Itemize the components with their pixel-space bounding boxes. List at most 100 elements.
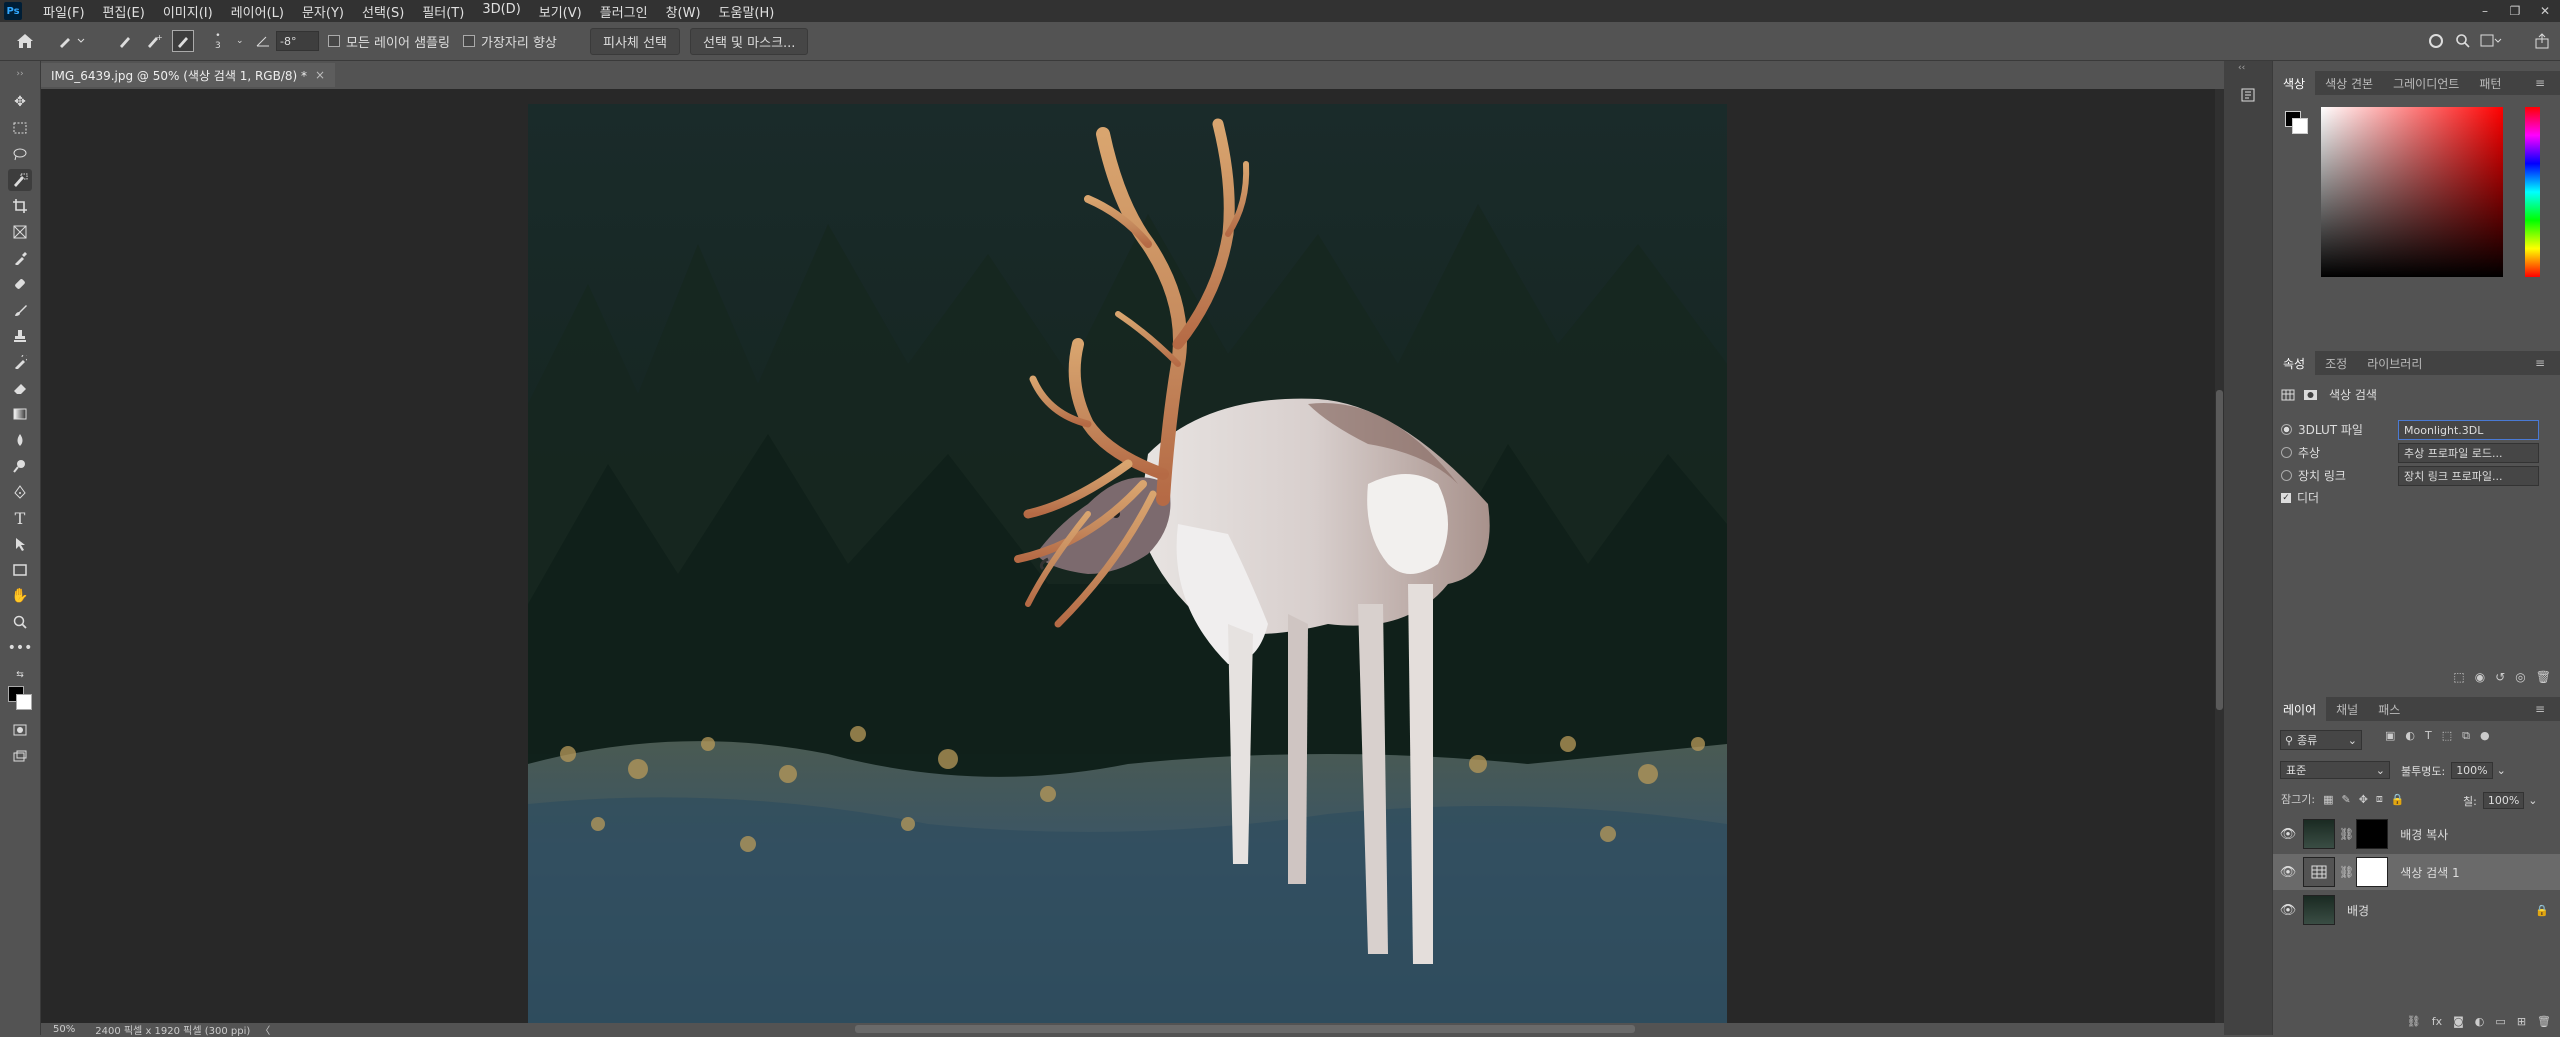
path-selection-tool-icon[interactable] (8, 533, 32, 555)
filter-type-icon[interactable]: T (2425, 729, 2432, 743)
lut-file-select[interactable]: Moonlight.3DL (2398, 420, 2539, 440)
more-tools-icon[interactable]: ••• (8, 637, 33, 659)
menu-layer[interactable]: 레이어(L) (222, 2, 293, 21)
menu-3d[interactable]: 3D(D) (473, 2, 529, 21)
object-selection-tool-icon[interactable] (8, 169, 32, 191)
panel-menu-icon[interactable]: ≡ (2525, 71, 2555, 95)
menu-image[interactable]: 이미지(I) (154, 2, 222, 21)
chevron-down-icon[interactable]: ⌄ (2497, 764, 2506, 777)
brush-tool-icon[interactable] (8, 299, 32, 321)
eye-icon[interactable]: 👁 (2273, 865, 2303, 880)
minimize-button[interactable]: – (2470, 0, 2500, 22)
photoshop-logo-icon[interactable]: Ps (4, 2, 22, 20)
layer-name[interactable]: 배경 복사 (2400, 826, 2448, 843)
new-layer-icon[interactable]: ⊞ (2517, 1015, 2526, 1028)
layer-name[interactable]: 색상 검색 1 (2400, 864, 2459, 881)
new-group-icon[interactable]: ▭ (2495, 1015, 2505, 1028)
blur-tool-icon[interactable] (8, 429, 32, 451)
document-tab[interactable]: IMG_6439.jpg @ 50% (색상 검색 1, RGB/8) * × (41, 63, 336, 87)
lasso-tool-icon[interactable] (8, 143, 32, 165)
tab-adjustments[interactable]: 조정 (2315, 351, 2357, 375)
gradient-tool-icon[interactable] (8, 403, 32, 425)
tab-gradients[interactable]: 그레이디언트 (2383, 71, 2469, 95)
eye-icon[interactable]: 👁 (2273, 903, 2303, 918)
tab-color[interactable]: 색상 (2273, 71, 2316, 95)
filter-pixel-icon[interactable]: ▣ (2385, 729, 2395, 743)
panel-menu-icon[interactable]: ≡ (2525, 697, 2555, 721)
add-mask-icon[interactable]: ◙ (2453, 1015, 2464, 1028)
status-menu-arrow-icon[interactable]: 〈 (260, 1022, 270, 1037)
brush-size-picker[interactable]: • 3 (215, 22, 221, 60)
eyedropper-tool-icon[interactable] (8, 247, 32, 269)
tab-layers[interactable]: 레이어 (2273, 697, 2327, 721)
tab-paths[interactable]: 패스 (2368, 697, 2410, 721)
dither-checkbox[interactable]: ✓ (2281, 492, 2291, 503)
home-icon[interactable] (16, 22, 34, 60)
fill-input[interactable]: 100% (2482, 792, 2525, 809)
eye-icon[interactable]: 👁 (2273, 827, 2303, 842)
lock-image-icon[interactable]: ✎ (2341, 793, 2350, 806)
select-subject-button[interactable]: 피사체 선택 (590, 27, 680, 55)
chain-link-icon[interactable]: ⛓ (2339, 865, 2354, 879)
enhance-edge-checkbox[interactable]: 가장자리 향상 (463, 22, 557, 60)
device-link-radio[interactable] (2281, 470, 2292, 481)
workspace-icon[interactable] (2480, 22, 2502, 60)
opacity-input[interactable]: 100% (2451, 762, 2493, 779)
cloud-docs-icon[interactable] (2428, 22, 2444, 60)
history-brush-tool-icon[interactable] (8, 351, 32, 373)
layer-row[interactable]: 👁 ⛓ 배경 복사 (2273, 816, 2560, 852)
layer-style-icon[interactable]: fx (2432, 1015, 2442, 1028)
tab-libraries[interactable]: 라이브러리 (2357, 351, 2432, 375)
zoom-level[interactable]: 50% (53, 1024, 75, 1035)
menu-file[interactable]: 파일(F) (34, 2, 94, 21)
dodge-tool-icon[interactable] (8, 455, 32, 477)
blend-mode-select[interactable]: 표준 ⌄ (2280, 761, 2390, 779)
color-saturation-field[interactable] (2321, 107, 2503, 277)
lock-all-icon[interactable]: 🔒 (2391, 793, 2405, 806)
chevron-down-icon[interactable]: ⌄ (236, 22, 244, 60)
new-adjustment-icon[interactable]: ◐ (2475, 1015, 2485, 1028)
close-tab-icon[interactable]: × (315, 68, 325, 82)
search-icon[interactable] (2455, 22, 2471, 60)
lut-file-row[interactable]: 3DLUT 파일 (2281, 421, 2363, 438)
sample-all-layers-checkbox[interactable]: 모든 레이어 샘플링 (328, 22, 450, 60)
view-previous-icon[interactable]: ◉ (2475, 670, 2485, 684)
menu-filter[interactable]: 필터(T) (413, 2, 473, 21)
layer-mask-thumbnail[interactable] (2356, 857, 2389, 887)
layer-filter-select[interactable]: ⚲ 종류 ⌄ (2280, 730, 2362, 750)
zoom-tool-icon[interactable] (8, 611, 32, 633)
image-canvas[interactable] (528, 104, 1727, 1023)
tab-properties[interactable]: 속성 (2273, 351, 2316, 375)
mask-icon[interactable] (2303, 389, 2319, 401)
filter-adjustment-icon[interactable]: ◐ (2405, 729, 2415, 743)
lock-transparent-icon[interactable]: ▦ (2323, 793, 2333, 806)
menu-view[interactable]: 보기(V) (530, 2, 591, 21)
menu-help[interactable]: 도움말(H) (710, 2, 784, 21)
tab-channels[interactable]: 채널 (2326, 697, 2368, 721)
abstract-select[interactable]: 추상 프로파일 로드... (2398, 443, 2539, 463)
screen-mode-icon[interactable] (8, 745, 32, 767)
crop-tool-icon[interactable] (8, 195, 32, 217)
lock-icon[interactable]: 🔒 (2535, 904, 2549, 917)
lock-position-icon[interactable]: ✥ (2359, 793, 2368, 806)
quick-mask-icon[interactable] (8, 719, 32, 741)
filter-smart-object-icon[interactable]: ⧉ (2462, 729, 2470, 743)
restore-button[interactable]: ❐ (2500, 0, 2530, 22)
abstract-radio[interactable] (2281, 447, 2292, 458)
hue-slider[interactable] (2525, 107, 2540, 277)
menu-plugins[interactable]: 플러그인 (591, 2, 657, 21)
link-layers-icon[interactable]: ⛓ (2407, 1015, 2421, 1028)
select-and-mask-button[interactable]: 선택 및 마스크... (690, 27, 809, 55)
abstract-row[interactable]: 추상 (2281, 444, 2320, 461)
lock-artboard-icon[interactable]: ⧈ (2376, 792, 2383, 806)
layer-name[interactable]: 배경 (2347, 902, 2369, 919)
subtract-selection-brush-icon[interactable] (172, 22, 194, 60)
menu-type[interactable]: 문자(Y) (293, 2, 353, 21)
tab-swatches[interactable]: 색상 견본 (2315, 71, 2383, 95)
vertical-scroll-thumb[interactable] (2216, 390, 2223, 710)
marquee-tool-icon[interactable] (8, 117, 32, 139)
expand-panels-icon[interactable]: ‹‹ (2238, 63, 2245, 73)
collapse-toolbar-icon[interactable]: ›› (8, 63, 32, 85)
add-selection-brush-icon[interactable]: + (146, 22, 162, 60)
menu-select[interactable]: 선택(S) (353, 2, 413, 21)
